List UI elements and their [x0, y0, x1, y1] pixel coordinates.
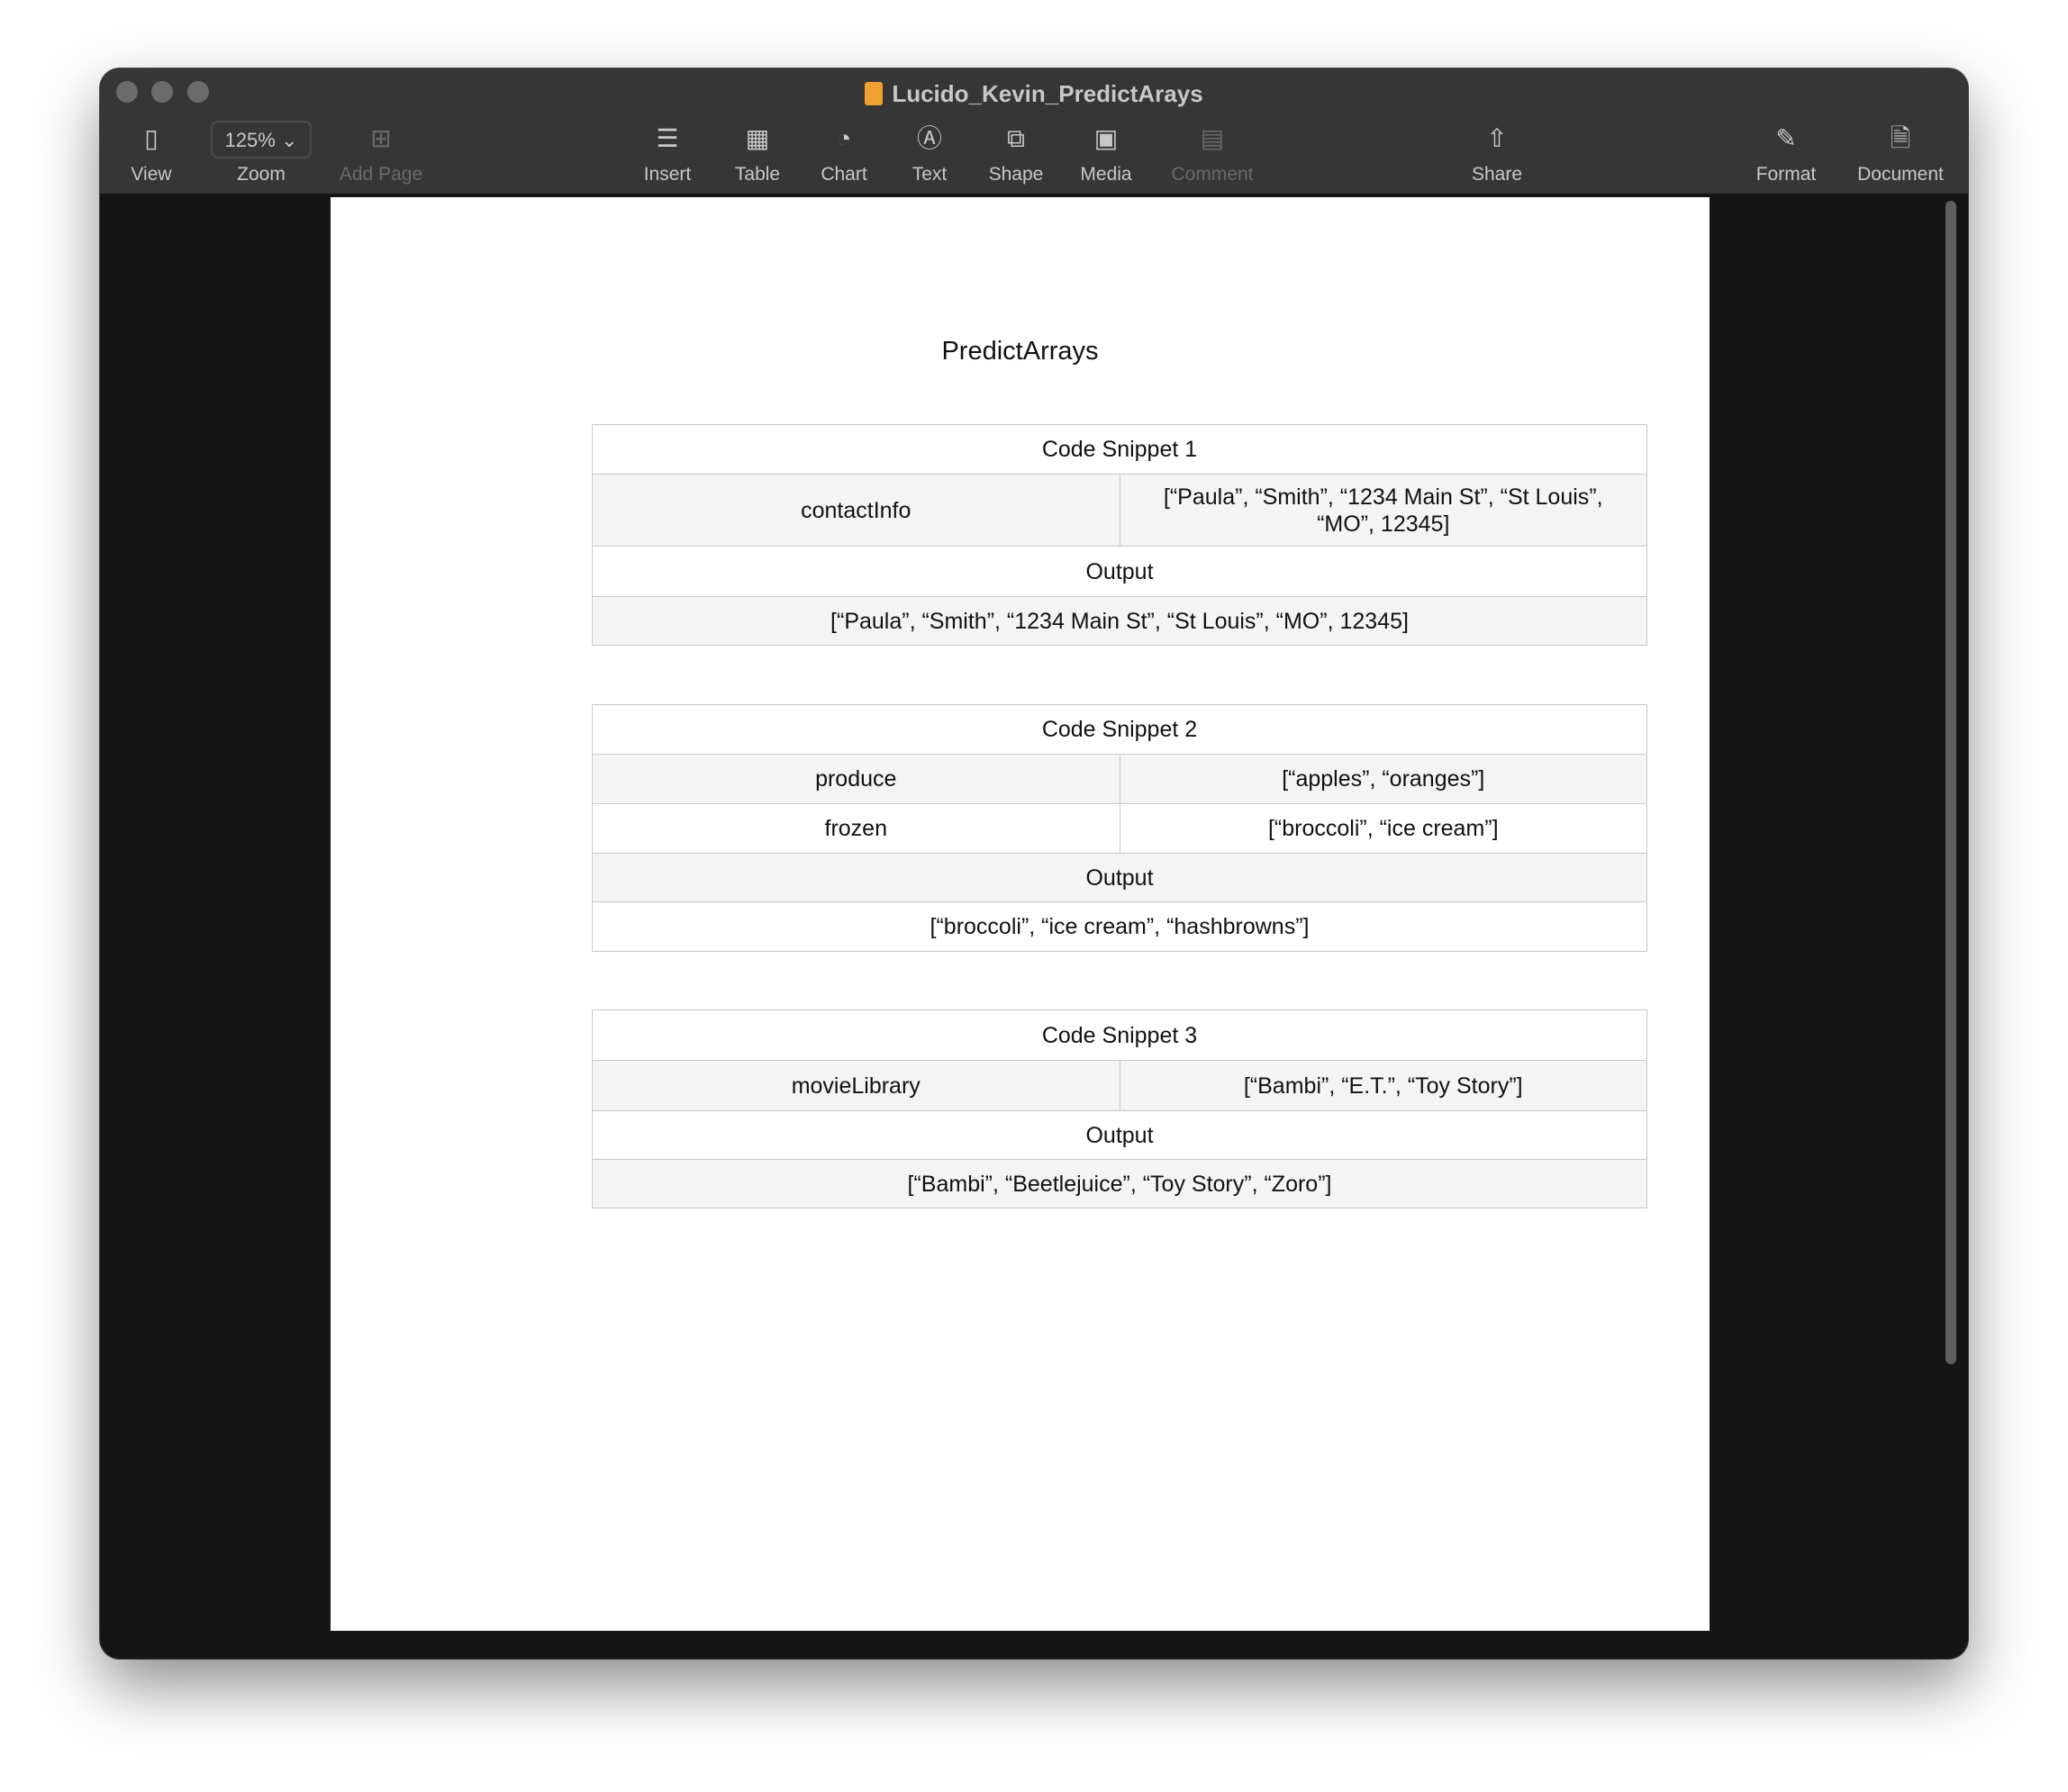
document-label: Document [1857, 164, 1944, 185]
document-icon: 🗎 [1890, 124, 1911, 152]
share-label: Share [1471, 164, 1523, 185]
document-button[interactable]: 🗎 Document [1837, 121, 1964, 186]
share-button[interactable]: ⇧ Share [1434, 121, 1560, 186]
vertical-scrollbar[interactable] [1946, 201, 1956, 1364]
output-label: Output [592, 853, 1647, 902]
code-snippet-2-table[interactable]: Code Snippet 2 produce [“apples”, “orange… [592, 704, 1647, 952]
zoom-button[interactable]: 125% ⌄ Zoom [198, 121, 324, 186]
share-icon: ⇧ [1486, 124, 1508, 152]
add-page-button[interactable]: ⊞ Add Page [318, 121, 444, 186]
zoom-select[interactable]: 125% ⌄ [210, 121, 313, 158]
variable-name: movieLibrary [592, 1060, 1120, 1111]
variable-name: frozen [592, 803, 1120, 854]
output-value: [“Paula”, “Smith”, “1234 Main St”, “St L… [592, 596, 1647, 646]
document-page[interactable]: PredictArrays Code Snippet 1 contactInfo… [331, 197, 1710, 1631]
chevron-down-icon: ⌄ [280, 129, 298, 151]
paintbrush-icon: ✎ [1775, 124, 1797, 152]
output-label: Output [592, 1110, 1647, 1160]
comment-button[interactable]: ▤ Comment [1149, 121, 1275, 186]
variable-value: [“apples”, “oranges”] [1119, 754, 1647, 804]
snippet-header: Code Snippet 1 [592, 424, 1647, 475]
variable-name: produce [592, 754, 1120, 804]
sidebar-icon: ▯ [144, 124, 159, 152]
pages-document-icon [865, 82, 884, 105]
variable-name: contactInfo [592, 474, 1120, 547]
window-title-text: Lucido_Kevin_PredictArays [892, 80, 1203, 107]
zoom-value: 125% [224, 129, 276, 151]
view-label: View [131, 164, 172, 185]
code-snippet-3-table[interactable]: Code Snippet 3 movieLibrary [“Bambi”, “E.… [592, 1009, 1647, 1208]
code-snippet-1-table[interactable]: Code Snippet 1 contactInfo [“Paula”, “Smi… [592, 424, 1647, 646]
window-title: Lucido_Kevin_PredictArays [100, 76, 1968, 112]
output-value: [“broccoli”, “ice cream”, “hashbrowns”] [592, 901, 1647, 952]
format-button[interactable]: ✎ Format [1723, 121, 1849, 186]
output-value: [“Bambi”, “Beetlejuice”, “Toy Story”, “Z… [592, 1159, 1647, 1208]
variable-value: [“broccoli”, “ice cream”] [1119, 803, 1647, 854]
comment-label: Comment [1171, 164, 1254, 185]
variable-value: [“Paula”, “Smith”, “1234 Main St”, “St L… [1119, 474, 1647, 547]
add-page-label: Add Page [339, 164, 423, 185]
snippet-header: Code Snippet 2 [592, 704, 1647, 755]
format-label: Format [1755, 164, 1817, 185]
add-page-icon: ⊞ [370, 124, 392, 152]
zoom-label: Zoom [237, 164, 286, 185]
pages-window: Lucido_Kevin_PredictArays ▯ View 125% ⌄ Zo… [100, 68, 1968, 1659]
document-title: PredictArrays [941, 337, 1099, 366]
comment-icon: ▤ [1200, 124, 1225, 152]
toolbar: Lucido_Kevin_PredictArays ▯ View 125% ⌄ Zo… [100, 68, 1968, 195]
variable-value: [“Bambi”, “E.T.”, “Toy Story”] [1119, 1060, 1647, 1111]
output-label: Output [592, 546, 1647, 597]
view-button[interactable]: ▯ View [100, 121, 214, 186]
snippet-header: Code Snippet 3 [592, 1009, 1647, 1061]
